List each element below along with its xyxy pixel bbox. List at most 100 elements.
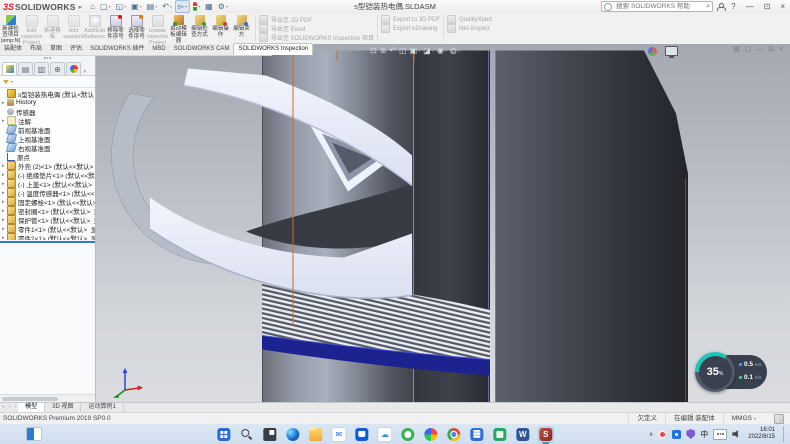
tree-horizontal-scrollbar[interactable] (0, 394, 95, 402)
graphics-viewport[interactable]: ⊡ ⊕ ↶ ◫ ▣ ◪ (96, 44, 790, 402)
menu-flyout-icon[interactable]: ▸ (79, 3, 83, 11)
net-speed-widget[interactable]: 35 % 0.5 K/s 0.1 K/s (695, 352, 767, 392)
section-view-icon[interactable]: ◫ (399, 46, 407, 56)
tree-item[interactable]: ▸ 外壳 (2)<1> (默认<<默认>_显示状 (0, 161, 95, 170)
doc-restore-button[interactable]: ⊡ (768, 45, 774, 55)
new-document-icon[interactable]: ▢ (98, 1, 113, 12)
command-tab[interactable]: SOLIDWORKS 插件 (86, 44, 148, 55)
start-button[interactable] (215, 426, 232, 443)
tree-item[interactable]: ▸ s型铠装热电偶 (默认<默认_显示状态-1 (0, 89, 95, 98)
command-tab[interactable]: 评估 (66, 44, 86, 55)
tree-item[interactable]: ▸ 注解 (0, 116, 95, 125)
task-view-button[interactable] (261, 426, 278, 443)
export-menu-item[interactable]: Net-Inspect (447, 25, 492, 32)
tree-item[interactable]: ▸ (-) 上盖<1> (默认<<默认>_显示状 (0, 179, 95, 188)
speaker-icon[interactable] (732, 430, 741, 439)
home-icon[interactable]: ⌂ (88, 1, 97, 12)
file-explorer-taskbar-icon[interactable] (307, 426, 324, 443)
export-menu-item[interactable]: Export to 3D PDF (381, 16, 440, 23)
command-tab[interactable]: MBD (148, 44, 169, 55)
search-input[interactable] (614, 2, 704, 11)
file-properties-icon[interactable]: ▦ (203, 1, 215, 12)
tree-filter-row[interactable]: ▾ (0, 76, 95, 88)
tree-item[interactable]: ▸ 前视基准面 (0, 125, 95, 134)
previous-view-icon[interactable]: ↶ (389, 46, 396, 56)
notes-app-icon[interactable] (468, 426, 485, 443)
doc-window-icon-a[interactable]: ▤ (733, 45, 740, 55)
property-manager-tab[interactable]: ▤ (18, 62, 33, 75)
view-settings-icon[interactable] (665, 46, 681, 56)
chrome-icon[interactable] (445, 426, 462, 443)
document-tab[interactable]: 模型 (18, 403, 45, 412)
search-icon[interactable]: ⌕ (706, 3, 710, 11)
solidworks-taskbar-icon[interactable]: S (537, 426, 554, 443)
mail-icon[interactable]: ✉ (330, 426, 347, 443)
export-menu-item[interactable]: Export eDrawing (381, 25, 440, 32)
export-menu-item[interactable]: 导出至 SOLIDWORKS Inspection 项目 (259, 34, 374, 41)
word-icon[interactable]: W (514, 426, 531, 443)
widgets-icon[interactable] (26, 427, 42, 441)
document-tab[interactable]: 运动算例1 (81, 403, 123, 412)
status-tag-icon[interactable] (774, 414, 784, 424)
tree-item[interactable]: ▸ 固定螺栓<1> (默认<<默认>_显示 (0, 197, 95, 206)
command-tab[interactable]: 装配体 (0, 44, 26, 55)
browser-360-icon[interactable] (399, 426, 416, 443)
help-button[interactable]: ? (728, 1, 738, 12)
tree-item[interactable]: ▸ History (0, 98, 95, 107)
tray-overflow-icon[interactable]: ∧ (649, 431, 653, 438)
keyboard-icon[interactable] (713, 429, 727, 440)
export-menu-item[interactable]: 导出至 2D PDF (259, 16, 374, 23)
search-button[interactable] (238, 426, 255, 443)
command-tab[interactable]: 布局 (26, 44, 46, 55)
view-orientation-icon[interactable]: ▣ (410, 46, 421, 56)
hide-show-items-icon[interactable]: ◉ (437, 46, 447, 56)
pinwheel-app-icon[interactable] (422, 426, 439, 443)
display-style-icon[interactable]: ◪ (423, 46, 434, 56)
tree-item[interactable]: ▸ (-) 温度传感器<1> (默认<<默认>_ (0, 188, 95, 197)
configuration-manager-tab[interactable]: ▥ (34, 62, 49, 75)
tree-item[interactable]: ▸ 密封圈<1> (默认<<默认>_显示状 (0, 206, 95, 215)
tray-red-app-icon[interactable] (658, 430, 667, 439)
feature-manager-tab[interactable] (2, 62, 17, 75)
zoom-area-icon[interactable]: ⊕ (380, 46, 387, 56)
doc-window-icon-b[interactable]: ▢ (745, 45, 752, 55)
command-tab[interactable]: 草图 (46, 44, 66, 55)
login-icon[interactable] (717, 3, 724, 10)
panel-tabs-more-icon[interactable]: » (83, 69, 86, 75)
tree-item[interactable]: ▸ 零件2<1> (默认<<默认>_显示状 (0, 233, 95, 240)
help-search-box[interactable]: ⌕ (601, 1, 713, 12)
show-desktop-button[interactable] (783, 426, 786, 442)
doc-close-button[interactable]: × (779, 45, 783, 55)
display-manager-tab[interactable] (66, 62, 81, 75)
open-icon[interactable]: ◱ (114, 1, 129, 12)
save-icon[interactable]: ▣ (129, 1, 144, 12)
zoom-fit-icon[interactable]: ⊡ (370, 46, 377, 56)
tree-item[interactable]: ▸ 传感器 (0, 107, 95, 116)
green-app-icon[interactable] (491, 426, 508, 443)
tree-item[interactable]: ▸ (-) 绝缘垫片<1> (默认<<默认>_显 (0, 170, 95, 179)
tab-scroll-icon[interactable]: « (0, 403, 7, 412)
export-menu-item[interactable]: 导出至 Excel (259, 25, 374, 32)
undo-icon[interactable]: ↶ (160, 1, 174, 12)
input-method-indicator[interactable]: 中 (700, 429, 708, 440)
tree-item[interactable]: ▸ 原点 (0, 152, 95, 161)
tray-shield-icon[interactable] (686, 429, 695, 439)
close-button[interactable]: × (777, 1, 788, 12)
export-menu-item[interactable]: QualityXpert (447, 16, 492, 23)
command-tab[interactable]: SOLIDWORKS CAM (170, 44, 234, 55)
filter-dropdown-icon[interactable]: ▾ (11, 79, 13, 84)
minimize-button[interactable]: — (743, 1, 757, 12)
tree-item[interactable]: ▸ 零件1<1> (默认<<默认>_显示状态 (0, 224, 95, 233)
store-icon[interactable] (353, 426, 370, 443)
print-icon[interactable]: ▤ (145, 1, 160, 12)
dimxpert-manager-tab[interactable]: ⊕ (50, 62, 65, 75)
command-tab[interactable]: SOLIDWORKS Inspection (233, 43, 313, 55)
onedrive-icon[interactable]: ☁ (376, 426, 393, 443)
doc-minimize-button[interactable]: — (756, 45, 763, 55)
select-icon[interactable]: ▻ (175, 0, 190, 13)
options-icon[interactable]: ⚙ (216, 1, 230, 12)
restore-button[interactable]: ⊡ (761, 1, 774, 12)
edge-icon[interactable] (284, 426, 301, 443)
unit-system[interactable]: MMGS▾ (723, 413, 764, 424)
rebuild-icon[interactable] (191, 1, 202, 12)
